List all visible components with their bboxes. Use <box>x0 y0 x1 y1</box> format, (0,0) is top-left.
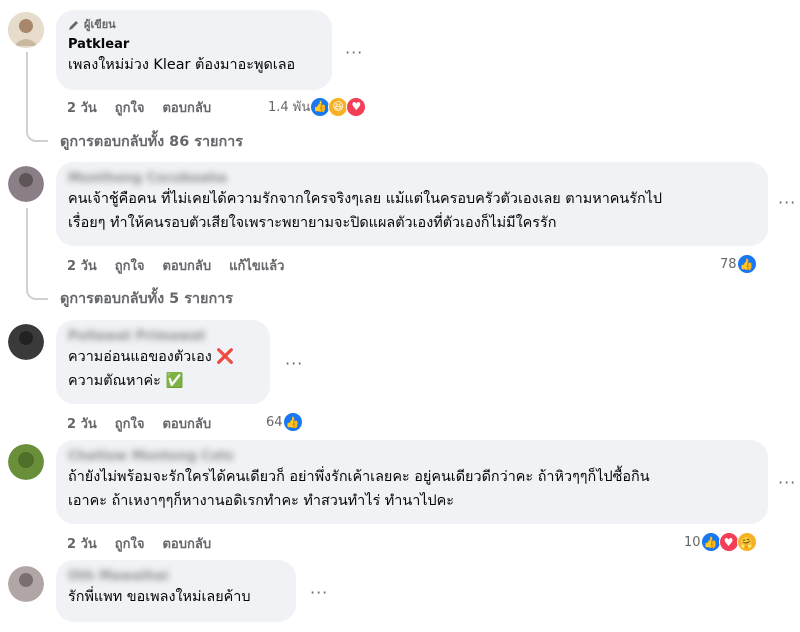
love-icon: ♥ <box>346 96 367 117</box>
avatar[interactable] <box>8 324 44 360</box>
comment-author[interactable]: Monthong Cocoboaha <box>68 170 756 187</box>
love-icon: ♥ <box>718 532 739 552</box>
thread-connector <box>26 52 48 142</box>
comment-author[interactable]: Chatlow Montong Cots <box>68 448 756 465</box>
comment-text: คนเจ้าชู้คือคน ที่ไม่เคยได้ความรักจากใคร… <box>68 191 663 231</box>
reaction-count: 78 <box>720 256 737 272</box>
like-icon: 👍 <box>736 254 757 274</box>
comment-author[interactable]: Oth Mawaihai <box>68 568 284 585</box>
reaction-summary[interactable]: 78 👍 <box>720 254 757 274</box>
view-replies-link[interactable]: ดูการตอบกลับทั้ง 86 รายการ <box>60 130 243 153</box>
more-options-button[interactable]: ··· <box>345 45 363 61</box>
comment-text: รักพี่แพท ขอเพลงใหม่เลยค้าบ <box>68 589 251 605</box>
like-icon: 👍 <box>310 96 331 117</box>
care-icon: 🤗 <box>736 532 757 552</box>
like-link[interactable]: ถูกใจ <box>115 413 145 434</box>
comment-actions: 2 วัน ถูกใจ ตอบกลับ <box>67 413 211 434</box>
more-options-button[interactable]: ··· <box>285 356 303 372</box>
reaction-summary[interactable]: 64 👍 <box>266 412 303 432</box>
reaction-summary[interactable]: 10 👍 ♥ 🤗 <box>684 532 757 552</box>
more-options-button[interactable]: ··· <box>778 475 796 491</box>
comment-time[interactable]: 2 วัน <box>67 97 97 118</box>
comment-time[interactable]: 2 วัน <box>67 413 97 434</box>
comment-actions: 2 วัน ถูกใจ ตอบกลับ <box>67 533 211 554</box>
avatar[interactable] <box>8 166 44 202</box>
comment-text: เพลงใหม่ม่วง Klear ต้องมาอะพูดเลอ <box>68 57 296 73</box>
comment-text: ถ้ายังไม่พร้อมจะรักใครได้คนเดียวก็ อย่าพ… <box>68 469 650 509</box>
comment-bubble: ผู้เขียน Patklear เพลงใหม่ม่วง Klear ต้อ… <box>56 10 332 90</box>
comment-bubble: Monthong Cocoboaha คนเจ้าชู้คือคน ที่ไม่… <box>56 162 768 246</box>
comment-bubble: Oth Mawaihai รักพี่แพท ขอเพลงใหม่เลยค้าบ <box>56 560 296 622</box>
like-icon: 👍 <box>282 412 303 432</box>
reaction-count: 64 <box>266 414 283 430</box>
thread-connector <box>26 208 48 300</box>
comment-time[interactable]: 2 วัน <box>67 255 97 276</box>
author-badge: ผู้เขียน <box>68 18 320 32</box>
reaction-count: 1.4 พัน <box>268 100 311 115</box>
comment-author[interactable]: Pollawat Primawat <box>68 328 258 345</box>
reply-link[interactable]: ตอบกลับ <box>162 255 211 276</box>
comment-actions: 2 วัน ถูกใจ ตอบกลับ แก้ไขแล้ว <box>67 255 284 276</box>
like-link[interactable]: ถูกใจ <box>115 255 145 276</box>
like-link[interactable]: ถูกใจ <box>115 533 145 554</box>
reaction-count: 10 <box>684 534 701 550</box>
reaction-summary[interactable]: 1.4 พัน 👍 😆 ♥ <box>268 96 367 117</box>
avatar[interactable] <box>8 12 44 48</box>
reply-link[interactable]: ตอบกลับ <box>162 97 211 118</box>
comment-actions: 2 วัน ถูกใจ ตอบกลับ <box>67 97 211 118</box>
more-options-button[interactable]: ··· <box>778 195 796 211</box>
more-options-button[interactable]: ··· <box>310 585 328 601</box>
comment-bubble: Pollawat Primawat ความอ่อนแอของตัวเอง ❌ … <box>56 320 270 404</box>
reply-link[interactable]: ตอบกลับ <box>162 533 211 554</box>
view-replies-link[interactable]: ดูการตอบกลับทั้ง 5 รายการ <box>60 287 233 310</box>
reply-link[interactable]: ตอบกลับ <box>162 413 211 434</box>
avatar[interactable] <box>8 566 44 602</box>
edited-label: แก้ไขแล้ว <box>229 259 285 274</box>
comment-bubble: Chatlow Montong Cots ถ้ายังไม่พร้อมจะรัก… <box>56 440 768 524</box>
pencil-icon <box>69 21 78 30</box>
haha-icon: 😆 <box>328 96 349 117</box>
avatar[interactable] <box>8 444 44 480</box>
comment-text: ความอ่อนแอของตัวเอง ❌ ความตัณหาค่ะ ✅ <box>68 349 235 389</box>
comment-time[interactable]: 2 วัน <box>67 533 97 554</box>
comment-author[interactable]: Patklear <box>68 36 320 53</box>
like-icon: 👍 <box>700 532 721 552</box>
like-link[interactable]: ถูกใจ <box>115 97 145 118</box>
badge-label: ผู้เขียน <box>84 18 116 31</box>
